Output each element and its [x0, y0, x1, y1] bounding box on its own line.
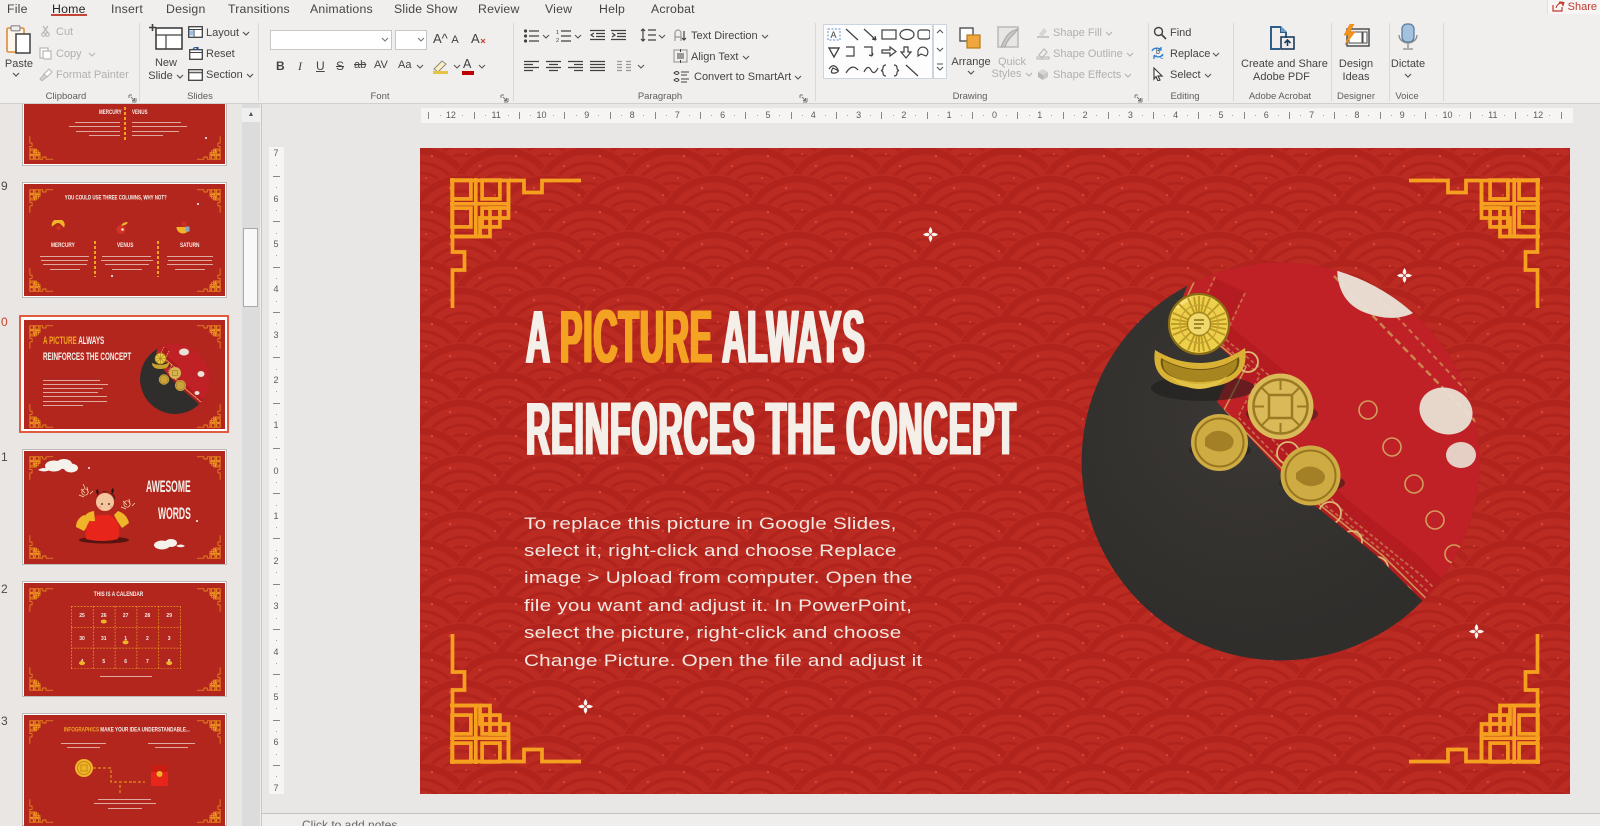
svg-text:27: 27: [123, 613, 129, 619]
svg-text:7: 7: [146, 659, 149, 665]
svg-text:2: 2: [556, 38, 559, 43]
svg-text:30: 30: [79, 636, 85, 642]
svg-text:c: c: [1160, 54, 1164, 60]
svg-text:5: 5: [102, 659, 105, 665]
svg-text:29: 29: [166, 613, 172, 619]
svg-text:25: 25: [79, 613, 85, 619]
svg-text:3: 3: [168, 636, 171, 642]
svg-text:28: 28: [144, 613, 150, 619]
svg-text:1: 1: [556, 30, 559, 36]
svg-text:A: A: [471, 31, 480, 46]
svg-text:31: 31: [101, 636, 107, 642]
svg-text:26: 26: [101, 613, 107, 619]
svg-text:6: 6: [124, 659, 127, 665]
svg-text:A: A: [831, 30, 837, 40]
svg-text:2: 2: [146, 636, 149, 642]
